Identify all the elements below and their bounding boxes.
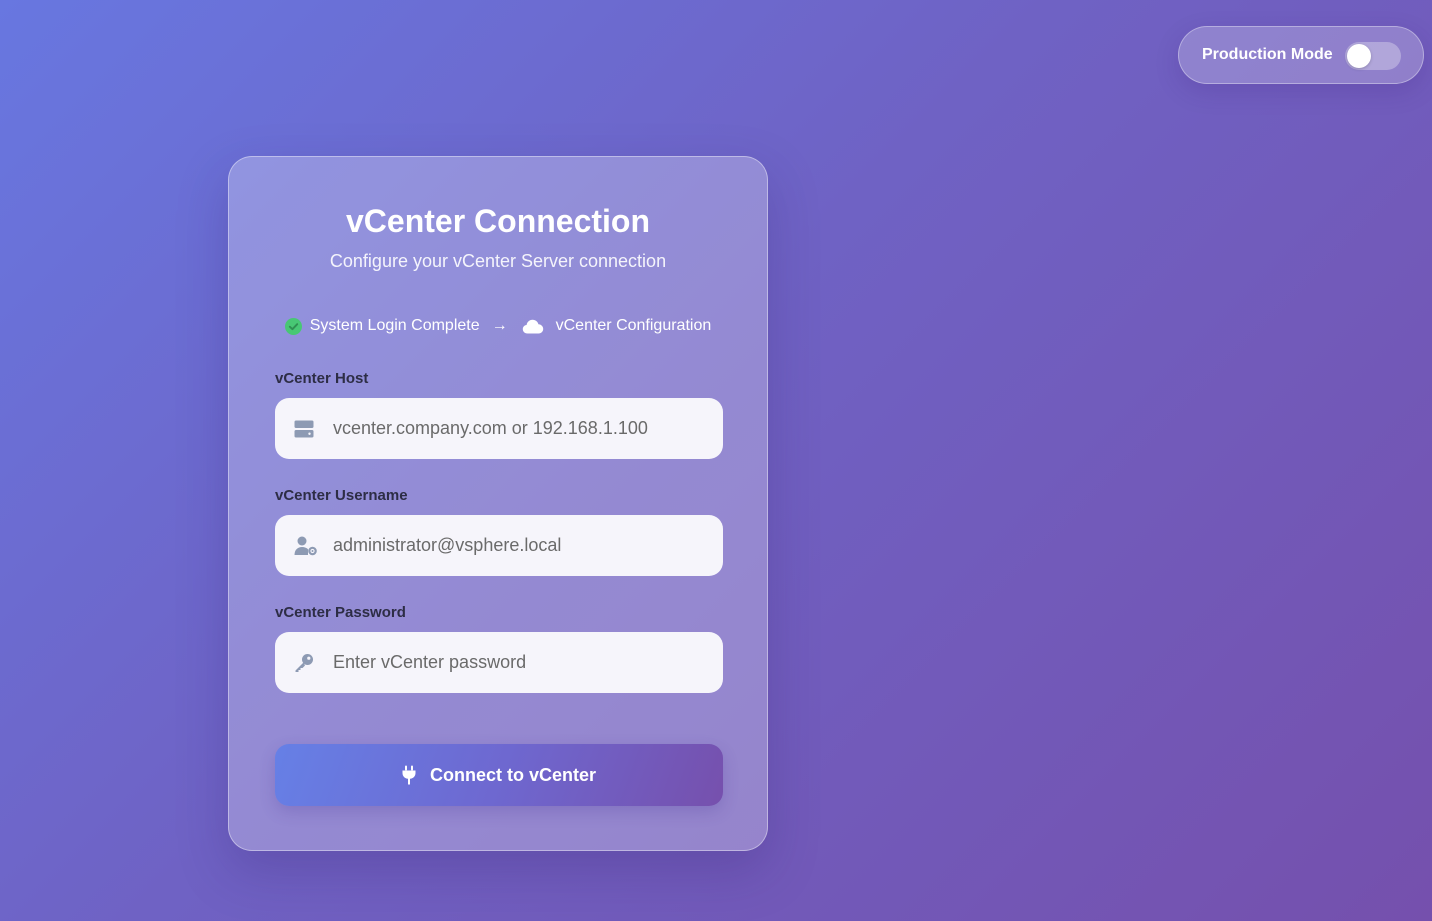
username-input-wrapper xyxy=(275,515,723,576)
user-gear-icon xyxy=(294,536,318,556)
switch-knob xyxy=(1347,44,1371,68)
password-input-wrapper xyxy=(275,632,723,693)
vcenter-connection-card: vCenter Connection Configure your vCente… xyxy=(228,156,768,851)
check-circle-icon xyxy=(284,317,302,335)
connect-button[interactable]: Connect to vCenter xyxy=(275,744,723,806)
host-label: vCenter Host xyxy=(275,370,369,387)
production-mode-label: Production Mode xyxy=(1202,46,1333,63)
production-mode-switch[interactable] xyxy=(1345,42,1401,70)
host-input-wrapper xyxy=(275,398,723,459)
username-input[interactable] xyxy=(333,515,708,576)
page-title: vCenter Connection xyxy=(345,203,651,239)
step-separator: → xyxy=(491,317,508,334)
production-mode-toggle[interactable]: Production Mode xyxy=(1178,26,1424,84)
progress-steps: System Login Complete → vCenter Configur… xyxy=(229,317,767,335)
cloud-icon xyxy=(522,319,544,334)
server-icon xyxy=(294,420,314,438)
username-label: vCenter Username xyxy=(275,487,408,504)
key-icon xyxy=(294,653,314,673)
step-current-label: vCenter Configuration xyxy=(555,317,712,334)
password-input[interactable] xyxy=(333,632,708,693)
connect-button-label: Connect to vCenter xyxy=(429,764,597,785)
password-label: vCenter Password xyxy=(275,604,406,621)
plug-icon xyxy=(402,765,416,785)
page-subtitle: Configure your vCenter Server connection xyxy=(329,251,667,271)
step-completed-label: System Login Complete xyxy=(309,317,480,334)
host-input[interactable] xyxy=(333,398,708,459)
